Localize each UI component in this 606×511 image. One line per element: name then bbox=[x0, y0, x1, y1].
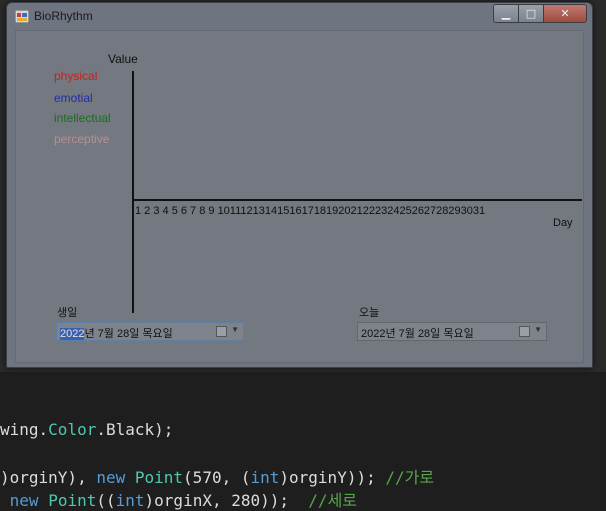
legend-intellectual: intellectual bbox=[54, 111, 111, 125]
close-button[interactable]: ✕ bbox=[543, 4, 587, 23]
vertical-axis bbox=[132, 71, 134, 313]
birth-date-picker[interactable]: 2022년 7월 28일 목요일 ▼ bbox=[56, 322, 244, 341]
birth-date-value: 2022년 7월 28일 목요일 bbox=[60, 325, 173, 341]
today-date-label: 오늘 bbox=[359, 307, 380, 319]
x-axis-ticks: 1 2 3 4 5 6 7 8 9 1011121314151617181920… bbox=[135, 205, 486, 217]
legend-emotial: emotial bbox=[54, 91, 93, 105]
birth-date-label: 생일 bbox=[57, 307, 78, 319]
y-axis-label: Value bbox=[108, 52, 138, 66]
window-title: BioRhythm bbox=[34, 9, 93, 23]
code-line-1: wing.Color.Black); bbox=[0, 420, 174, 439]
horizontal-axis bbox=[133, 199, 582, 201]
birth-date-rest: 년 7월 28일 목요일 bbox=[84, 328, 173, 340]
x-axis-label: Day bbox=[553, 217, 573, 229]
biorhythm-window: BioRhythm ▁ □ ✕ Value physical emotial i… bbox=[6, 2, 593, 368]
title-bar[interactable]: BioRhythm ▁ □ ✕ bbox=[7, 3, 592, 29]
minimize-button[interactable]: ▁ bbox=[493, 4, 519, 23]
legend-perceptive: perceptive bbox=[54, 132, 110, 146]
chevron-down-icon[interactable]: ▼ bbox=[231, 325, 239, 334]
birth-year-selected: 2022 bbox=[60, 328, 85, 340]
code-line-2: )orginY), new Point(570, (int)orginY)); … bbox=[0, 468, 435, 487]
calendar-icon[interactable] bbox=[216, 326, 227, 337]
code-editor[interactable]: wing.Color.Black); )orginY), new Point(5… bbox=[0, 372, 606, 510]
legend-physical: physical bbox=[54, 69, 98, 83]
today-date-value: 2022년 7월 28일 목요일 bbox=[361, 328, 474, 340]
chevron-down-icon[interactable]: ▼ bbox=[534, 325, 542, 334]
calendar-icon[interactable] bbox=[519, 326, 530, 337]
minimize-icon: ▁ bbox=[501, 7, 511, 20]
maximize-icon: □ bbox=[525, 7, 537, 20]
client-area: Value physical emotial intellectual perc… bbox=[15, 30, 584, 363]
maximize-button[interactable]: □ bbox=[518, 4, 544, 23]
today-date-picker[interactable]: 2022년 7월 28일 목요일 ▼ bbox=[357, 322, 547, 341]
close-icon: ✕ bbox=[560, 7, 570, 20]
app-icon bbox=[15, 10, 29, 23]
code-line-3: new Point((int)orginX, 280)); //세로 bbox=[9, 491, 358, 510]
